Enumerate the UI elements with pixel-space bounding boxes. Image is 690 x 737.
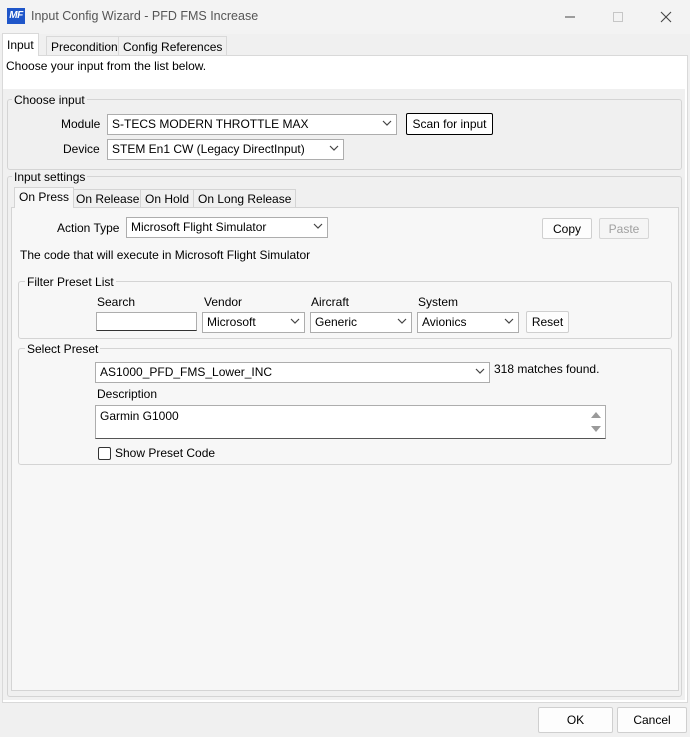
preset-select[interactable]: AS1000_PFD_FMS_Lower_INC bbox=[95, 362, 490, 383]
module-value: S-TECS MODERN THROTTLE MAX bbox=[112, 117, 309, 131]
matches-count-text: 318 matches found. bbox=[494, 362, 600, 376]
scroll-up-icon[interactable] bbox=[590, 409, 602, 419]
action-type-select[interactable]: Microsoft Flight Simulator bbox=[126, 217, 328, 238]
tab-on-press[interactable]: On Press bbox=[14, 187, 75, 208]
instruction-text: Choose your input from the list below. bbox=[6, 59, 207, 73]
paste-button: Paste bbox=[599, 218, 649, 239]
device-select[interactable]: STEM En1 CW (Legacy DirectInput) bbox=[107, 139, 344, 160]
input-settings-label: Input settings bbox=[12, 170, 88, 184]
scroll-down-icon[interactable] bbox=[590, 424, 602, 434]
select-preset-label: Select Preset bbox=[25, 342, 101, 356]
chevron-down-icon bbox=[313, 223, 323, 229]
app-logo-icon: MF bbox=[7, 8, 25, 24]
module-label: Module bbox=[61, 117, 101, 131]
reset-button[interactable]: Reset bbox=[526, 311, 569, 333]
close-icon bbox=[660, 11, 672, 23]
close-button[interactable] bbox=[642, 0, 690, 34]
copy-button[interactable]: Copy bbox=[542, 218, 592, 239]
chevron-down-icon bbox=[397, 318, 407, 324]
aircraft-select[interactable]: Generic bbox=[310, 312, 412, 333]
code-info-text: The code that will execute in Microsoft … bbox=[20, 248, 311, 262]
system-select[interactable]: Avionics bbox=[417, 312, 519, 333]
window-title: Input Config Wizard - PFD FMS Increase bbox=[31, 9, 259, 23]
system-label: System bbox=[418, 295, 459, 309]
choose-input-label: Choose input bbox=[12, 93, 87, 107]
maximize-icon bbox=[613, 12, 623, 22]
action-type-label: Action Type bbox=[57, 221, 120, 235]
scan-for-input-button[interactable]: Scan for input bbox=[406, 113, 493, 135]
ok-button[interactable]: OK bbox=[538, 707, 613, 733]
search-input[interactable] bbox=[96, 312, 197, 331]
system-value: Avionics bbox=[422, 315, 467, 329]
chevron-down-icon bbox=[475, 368, 485, 374]
device-value: STEM En1 CW (Legacy DirectInput) bbox=[112, 142, 305, 156]
vendor-select[interactable]: Microsoft bbox=[202, 312, 305, 333]
tab-config-references[interactable]: Config References bbox=[118, 36, 228, 55]
description-label: Description bbox=[97, 387, 158, 401]
tab-input[interactable]: Input bbox=[2, 33, 39, 56]
description-value: Garmin G1000 bbox=[100, 409, 179, 423]
filter-preset-label: Filter Preset List bbox=[25, 275, 116, 289]
action-type-value: Microsoft Flight Simulator bbox=[131, 220, 267, 234]
module-select[interactable]: S-TECS MODERN THROTTLE MAX bbox=[107, 114, 397, 135]
maximize-button bbox=[594, 0, 642, 34]
device-label: Device bbox=[63, 142, 100, 156]
tab-precondition[interactable]: Precondition bbox=[46, 36, 123, 55]
chevron-down-icon bbox=[504, 318, 514, 324]
tab-on-hold[interactable]: On Hold bbox=[140, 189, 195, 208]
chevron-down-icon bbox=[382, 120, 392, 126]
vendor-label: Vendor bbox=[204, 295, 243, 309]
search-label: Search bbox=[97, 295, 136, 309]
minimize-button[interactable] bbox=[546, 0, 594, 34]
chevron-down-icon bbox=[290, 318, 300, 324]
preset-value: AS1000_PFD_FMS_Lower_INC bbox=[100, 365, 273, 379]
tab-on-long-release[interactable]: On Long Release bbox=[193, 189, 297, 208]
aircraft-label: Aircraft bbox=[311, 295, 350, 309]
tab-on-release[interactable]: On Release bbox=[71, 189, 145, 208]
minimize-icon bbox=[565, 16, 575, 18]
cancel-button[interactable]: Cancel bbox=[617, 707, 687, 733]
show-preset-code-label: Show Preset Code bbox=[115, 446, 216, 460]
vendor-value: Microsoft bbox=[207, 315, 256, 329]
aircraft-value: Generic bbox=[315, 315, 358, 329]
description-textarea[interactable]: Garmin G1000 bbox=[95, 405, 606, 439]
show-preset-code-checkbox[interactable] bbox=[98, 447, 111, 460]
chevron-down-icon bbox=[329, 145, 339, 151]
